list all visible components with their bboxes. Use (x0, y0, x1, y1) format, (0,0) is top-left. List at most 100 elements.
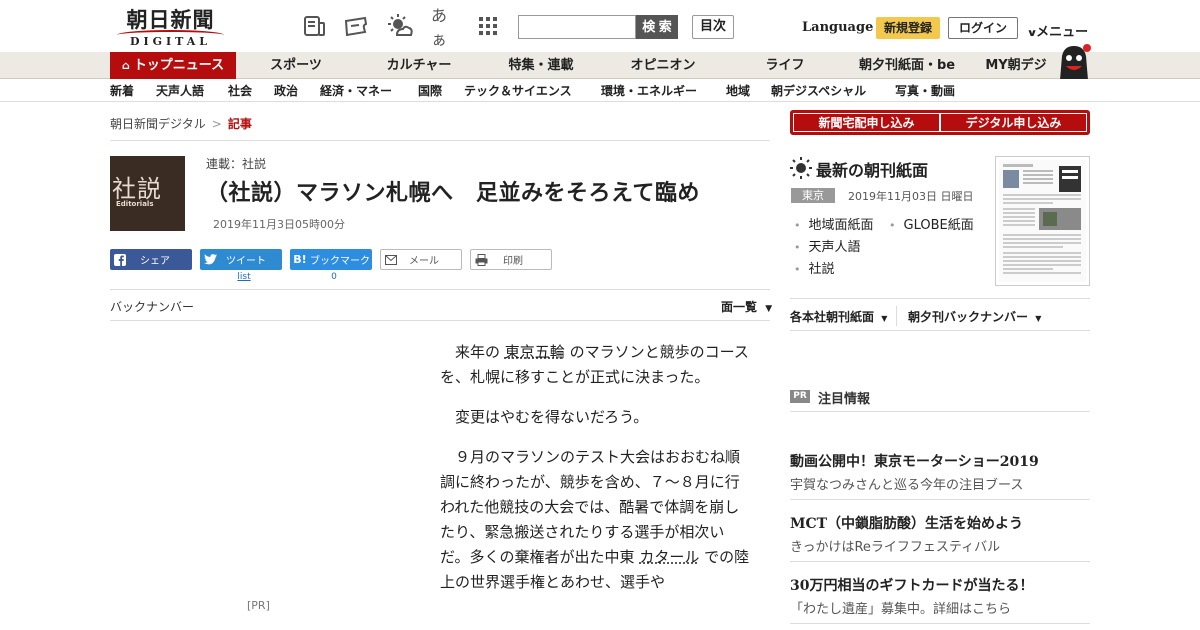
mail-icon (381, 249, 401, 270)
hatena-bookmark-button[interactable]: B! ブックマーク (290, 249, 372, 270)
pr-label: [PR] (247, 599, 270, 612)
language-link[interactable]: Language (802, 20, 873, 35)
sun-icon (790, 157, 812, 183)
print-icon (471, 249, 491, 270)
hatena-count[interactable]: 0 (326, 272, 342, 282)
breadcrumb-home[interactable]: 朝日新聞デジタル (110, 117, 206, 131)
coupon-icon[interactable] (343, 13, 369, 39)
newspaper-subscribe-button[interactable]: 新聞宅配申し込み (793, 113, 940, 132)
series-label[interactable]: 連載：社説 (206, 155, 266, 172)
pr-item-title[interactable]: 30万円相当のギフトカードが当たる！ (790, 575, 1033, 595)
divider (790, 499, 1090, 500)
regional-paper-label: 各本社朝刊紙面 (790, 310, 875, 324)
mascot-icon[interactable] (1054, 44, 1092, 80)
nav2-special[interactable]: 朝デジスペシャル (771, 82, 866, 99)
nav2-photo[interactable]: 写真・動画 (895, 82, 955, 99)
nav-life[interactable]: ライフ (760, 52, 810, 79)
thumb-kanji: 社説 (112, 175, 162, 203)
nav2-politics[interactable]: 政治 (274, 82, 298, 99)
nav-opinion[interactable]: オピニオン (626, 52, 700, 79)
article-title: （社説）マラソン札幌へ 足並みをそろえて臨め (206, 181, 700, 206)
twitter-count[interactable]: list (230, 272, 258, 282)
nav-label: トップニュース (133, 58, 225, 73)
back-number-label: バックナンバー (110, 300, 195, 314)
divider (790, 411, 1090, 412)
nav2-economy[interactable]: 経済・マネー (320, 82, 392, 99)
nav-top-news[interactable]: ⌂ トップニュース (110, 52, 236, 79)
nav2-tech[interactable]: テック＆サイエンス (464, 82, 572, 99)
login-button[interactable]: ログイン (948, 17, 1018, 39)
caret-down-icon: ▼ (765, 304, 773, 314)
facebook-share-button[interactable]: シェア (110, 249, 192, 270)
paper-link-tenseijingo[interactable]: 天声人語 (794, 236, 861, 255)
site-header: 朝日新聞 DIGITAL あぁ 検 索 目次 Language 新規登録 ログイ… (0, 0, 1200, 52)
page-list-label: 面一覧 (721, 300, 758, 314)
pr-item-sub[interactable]: 「わたし遺産」募集中。詳細はこちら (790, 598, 1011, 617)
font-size-icon[interactable]: あぁ (431, 6, 461, 49)
back-number-dropdown[interactable]: 朝夕刊バックナンバー ▼ (908, 308, 1041, 325)
paper-link-globe[interactable]: GLOBE紙面 (889, 214, 974, 233)
search-button[interactable]: 検 索 (636, 15, 678, 39)
digital-subscribe-button[interactable]: デジタル申し込み (940, 113, 1087, 132)
divider (110, 140, 770, 141)
attention-heading: 注目情報 (818, 392, 871, 407)
primary-nav: ⌂ トップニュース スポーツ カルチャー 特集・連載 オピニオン ライフ 朝夕刊紙… (0, 52, 1200, 79)
divider (896, 306, 897, 326)
divider (110, 320, 770, 321)
search-input[interactable] (518, 15, 636, 39)
news-icon[interactable] (302, 13, 328, 39)
divider (790, 561, 1090, 562)
chevron-down-icon: ∨ (1026, 28, 1038, 39)
register-button[interactable]: 新規登録 (876, 17, 940, 39)
paragraph: 変更はやむを得ないだろう。 (455, 408, 649, 426)
paragraph: 来年の 東京五輪 のマラソンと競歩のコースを、札幌に移すことが正式に決まった。 (440, 340, 750, 390)
nav-culture[interactable]: カルチャー (382, 52, 456, 79)
pr-item-sub[interactable]: 宇賀なつみさんと巡る今年の注目ブース (790, 474, 1023, 493)
breadcrumb-current: 記事 (227, 117, 252, 131)
nav-sports[interactable]: スポーツ (266, 52, 326, 79)
print-button[interactable]: 印刷 (470, 249, 552, 270)
divider (110, 289, 770, 290)
weather-icon[interactable] (387, 13, 413, 39)
print-label: 印刷 (503, 256, 523, 267)
pr-item-title[interactable]: 動画公開中！東京モーターショー2019 (790, 451, 1039, 471)
nav2-society[interactable]: 社会 (228, 82, 252, 99)
nav2-region[interactable]: 地域 (726, 82, 750, 99)
toc-button[interactable]: 目次 (692, 15, 734, 39)
regional-paper-dropdown[interactable]: 各本社朝刊紙面 ▼ (790, 308, 887, 325)
logo-arc (117, 30, 224, 40)
mail-share-button[interactable]: メール (380, 249, 462, 270)
mail-label: メール (409, 256, 439, 267)
nav2-tenseijingo[interactable]: 天声人語 (156, 82, 204, 99)
newspaper-thumbnail[interactable] (995, 156, 1090, 286)
divider (790, 298, 1090, 299)
asahi-logo[interactable]: 朝日新聞 DIGITAL (113, 8, 228, 48)
tokyo-olympics-link[interactable]: 東京五輪 (505, 343, 565, 361)
nav2-international[interactable]: 国際 (418, 82, 442, 99)
breadcrumb-sep: > (211, 117, 222, 131)
pr-item-title[interactable]: MCT（中鎖脂肪酸）生活を始めよう (790, 513, 1023, 533)
paper-link-editorial[interactable]: 社説 (794, 258, 835, 277)
back-number-dropdown-label: 朝夕刊バックナンバー (908, 310, 1029, 324)
page-list-dropdown[interactable]: 面一覧 ▼ (721, 298, 772, 315)
paper-date: 2019年11月03日 日曜日 (848, 190, 974, 203)
twitter-share-button[interactable]: ツイート (200, 249, 282, 270)
menu-button[interactable]: ∨メニュー (1026, 21, 1089, 40)
nav2-new[interactable]: 新着 (110, 82, 134, 99)
qatar-link[interactable]: カタール (639, 548, 699, 566)
nav-paper[interactable]: 朝夕刊紙面・be (858, 52, 956, 79)
grid-menu-icon[interactable] (475, 13, 501, 39)
region-badge: 東京 (791, 188, 835, 203)
thumb-en: Editorials (116, 200, 154, 208)
pr-item-sub[interactable]: きっかけはReライフフェスティバル (790, 536, 1000, 555)
nav-features[interactable]: 特集・連載 (500, 52, 582, 79)
latest-paper-heading: 最新の朝刊紙面 (790, 157, 928, 183)
paragraph: ９月のマラソンのテスト大会はおおむね順調に終わったが、競歩を含め、７～８月に行わ… (440, 445, 750, 595)
nav-my-asadigi[interactable]: MY朝デジ (982, 52, 1050, 79)
nav2-environment[interactable]: 環境・エネルギー (601, 82, 697, 99)
menu-label: メニュー (1036, 25, 1089, 40)
article-body: 来年の 東京五輪 のマラソンと競歩のコースを、札幌に移すことが正式に決まった。 … (440, 340, 750, 610)
paper-link-regional[interactable]: 地域面紙面 (794, 214, 874, 233)
body-text: 来年の (455, 343, 501, 361)
secondary-nav: 新着 天声人語 社会 政治 経済・マネー 国際 テック＆サイエンス 環境・エネル… (0, 79, 1200, 102)
